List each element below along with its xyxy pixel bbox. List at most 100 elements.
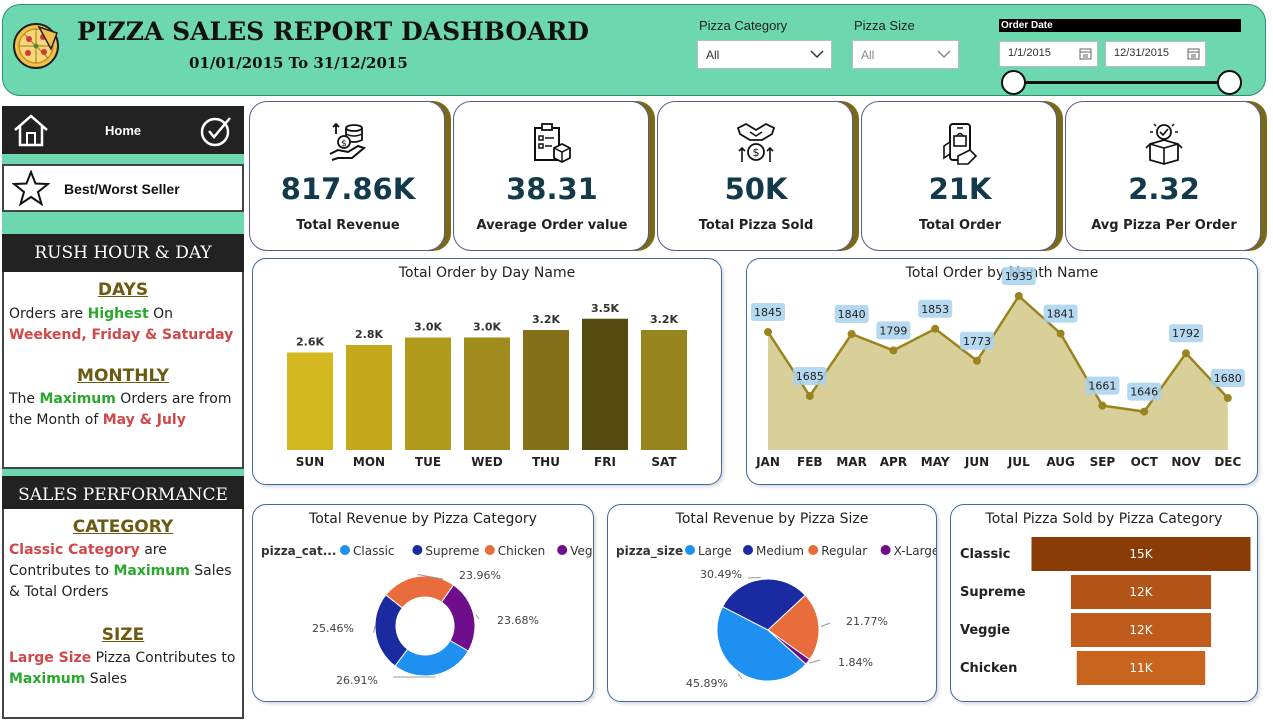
x-tick-label: MON: [353, 455, 385, 469]
days-heading: DAYS: [97, 280, 149, 300]
legend-entry: X-Large: [894, 544, 936, 558]
calendar-icon[interactable]: [1187, 47, 1200, 60]
x-tick-label: AUG: [1046, 455, 1075, 469]
pie-slice: [440, 584, 476, 652]
month-data-point: [1098, 401, 1107, 410]
month-data-point: [1182, 349, 1190, 358]
star-icon: [12, 170, 50, 206]
label-leader-line: [737, 673, 743, 680]
legend-entry: Large: [698, 544, 732, 558]
kpi-card-total-pizza-sold: $ 50K Total Pizza Sold: [657, 101, 853, 251]
pie-slice: [394, 639, 469, 677]
orders-by-month-chart: Total Order by Month Name 1845JAN1685FEB…: [746, 258, 1258, 485]
legend-title: pizza_cat...: [261, 544, 336, 559]
x-tick-label: TUE: [415, 455, 441, 469]
category-heading: CATEGORY: [72, 517, 174, 537]
revenue-by-category-plot: pizza_cat... Classic Supreme Chicken Veggie 2…: [261, 544, 593, 687]
legend-swatch: [557, 545, 568, 555]
month-data-point: [1056, 329, 1065, 338]
bar-data-label: 3.0K: [414, 321, 442, 334]
legend-swatch: [685, 545, 695, 555]
day-bar: [405, 337, 451, 450]
day-bar: [582, 318, 628, 450]
order-value-icon: [534, 123, 571, 164]
legend-entry: Medium: [756, 544, 804, 558]
month-data-point: [764, 328, 772, 336]
funnel-data-label: 12K: [1129, 623, 1153, 637]
bar-data-label: 2.8K: [355, 328, 383, 341]
nav-best-worst-button[interactable]: Best/Worst Seller: [2, 164, 244, 212]
kpi-label: Total Revenue: [296, 218, 400, 233]
kpi-card-average-order-value: 38.31 Average Order value: [453, 101, 649, 251]
point-data-label: 1680: [1214, 372, 1242, 385]
point-data-label: 1840: [838, 308, 866, 321]
month-data-point: [1140, 407, 1149, 416]
box-icon: [1145, 123, 1183, 165]
day-bar: [464, 337, 510, 450]
funnel-data-label: 11K: [1129, 661, 1153, 675]
x-tick-label: SUN: [296, 455, 324, 469]
kpi-label: Total Pizza Sold: [698, 218, 814, 233]
bar-data-label: 2.6K: [296, 336, 324, 349]
bar-data-label: 3.2K: [650, 313, 678, 326]
x-tick-label: FEB: [797, 455, 823, 469]
legend-entry: Veggie: [570, 544, 593, 558]
month-data-point: [931, 324, 940, 333]
x-tick-label: APR: [880, 455, 907, 469]
day-bar: [641, 330, 687, 450]
kpi-label: Total Order: [918, 218, 1002, 233]
x-tick-label: SEP: [1090, 455, 1116, 469]
date-slider-track[interactable]: [1013, 81, 1230, 84]
point-data-label: 1661: [1088, 380, 1116, 393]
x-tick-label: NOV: [1171, 455, 1201, 469]
revenue-by-category-chart: Total Revenue by Pizza Category pizza_ca…: [252, 504, 594, 702]
bar-data-label: 3.0K: [473, 321, 501, 334]
funnel-category-label: Veggie: [960, 623, 1010, 638]
point-data-label: 1792: [1172, 327, 1200, 340]
x-tick-label: MAY: [921, 455, 950, 469]
days-note: Orders are Highest On Weekend, Friday & S…: [9, 306, 234, 343]
svg-text:$: $: [753, 146, 760, 159]
x-tick-label: WED: [471, 455, 502, 469]
start-date-input[interactable]: 1/1/2015: [999, 41, 1098, 67]
home-icon: [14, 114, 48, 147]
bar-data-label: 3.2K: [532, 313, 560, 326]
kpi-value: 50K: [724, 172, 788, 206]
point-data-label: 1841: [1047, 308, 1075, 321]
label-leader-line: [475, 614, 480, 620]
legend-swatch: [808, 545, 819, 555]
legend-entry: Classic: [353, 544, 395, 558]
day-bar: [523, 330, 569, 450]
x-tick-label: JAN: [755, 455, 780, 469]
month-data-point: [973, 356, 981, 365]
nav-home-button[interactable]: Home: [2, 106, 244, 154]
kpi-value: 2.32: [1128, 172, 1200, 206]
month-data-point: [805, 392, 814, 400]
slice-data-label: 23.68%: [497, 614, 539, 627]
kpi-value: 817.86K: [280, 172, 416, 206]
legend-swatch: [880, 545, 891, 555]
funnel-category-label: Chicken: [960, 661, 1017, 676]
month-data-point: [889, 346, 898, 355]
x-tick-label: FRI: [594, 455, 616, 469]
legend-swatch: [743, 545, 753, 555]
point-data-label: 1646: [1130, 386, 1158, 399]
date-slider-end-handle[interactable]: [1217, 70, 1242, 95]
category-filter-select[interactable]: All: [697, 40, 832, 69]
date-slider-start-handle[interactable]: [1001, 70, 1026, 95]
point-data-label: 1799: [879, 324, 907, 337]
kpi-label: Average Order value: [476, 218, 628, 233]
end-date-value: 12/31/2015: [1114, 47, 1170, 59]
month-data-point: [1014, 292, 1023, 300]
phone-order-icon: [943, 123, 978, 165]
pizza-logo-icon: [13, 23, 59, 69]
end-date-input[interactable]: 12/31/2015: [1105, 41, 1206, 67]
chevron-down-icon: [937, 50, 951, 59]
x-tick-label: DEC: [1214, 455, 1241, 469]
x-tick-label: MAR: [836, 455, 866, 469]
calendar-icon[interactable]: [1079, 47, 1092, 60]
dashboard: PIZZA SALES REPORT DASHBOARD 01/01/2015 …: [0, 0, 1273, 725]
size-filter-select[interactable]: All: [852, 40, 959, 69]
slice-data-label: 25.46%: [312, 622, 354, 635]
month-data-point: [847, 330, 856, 338]
